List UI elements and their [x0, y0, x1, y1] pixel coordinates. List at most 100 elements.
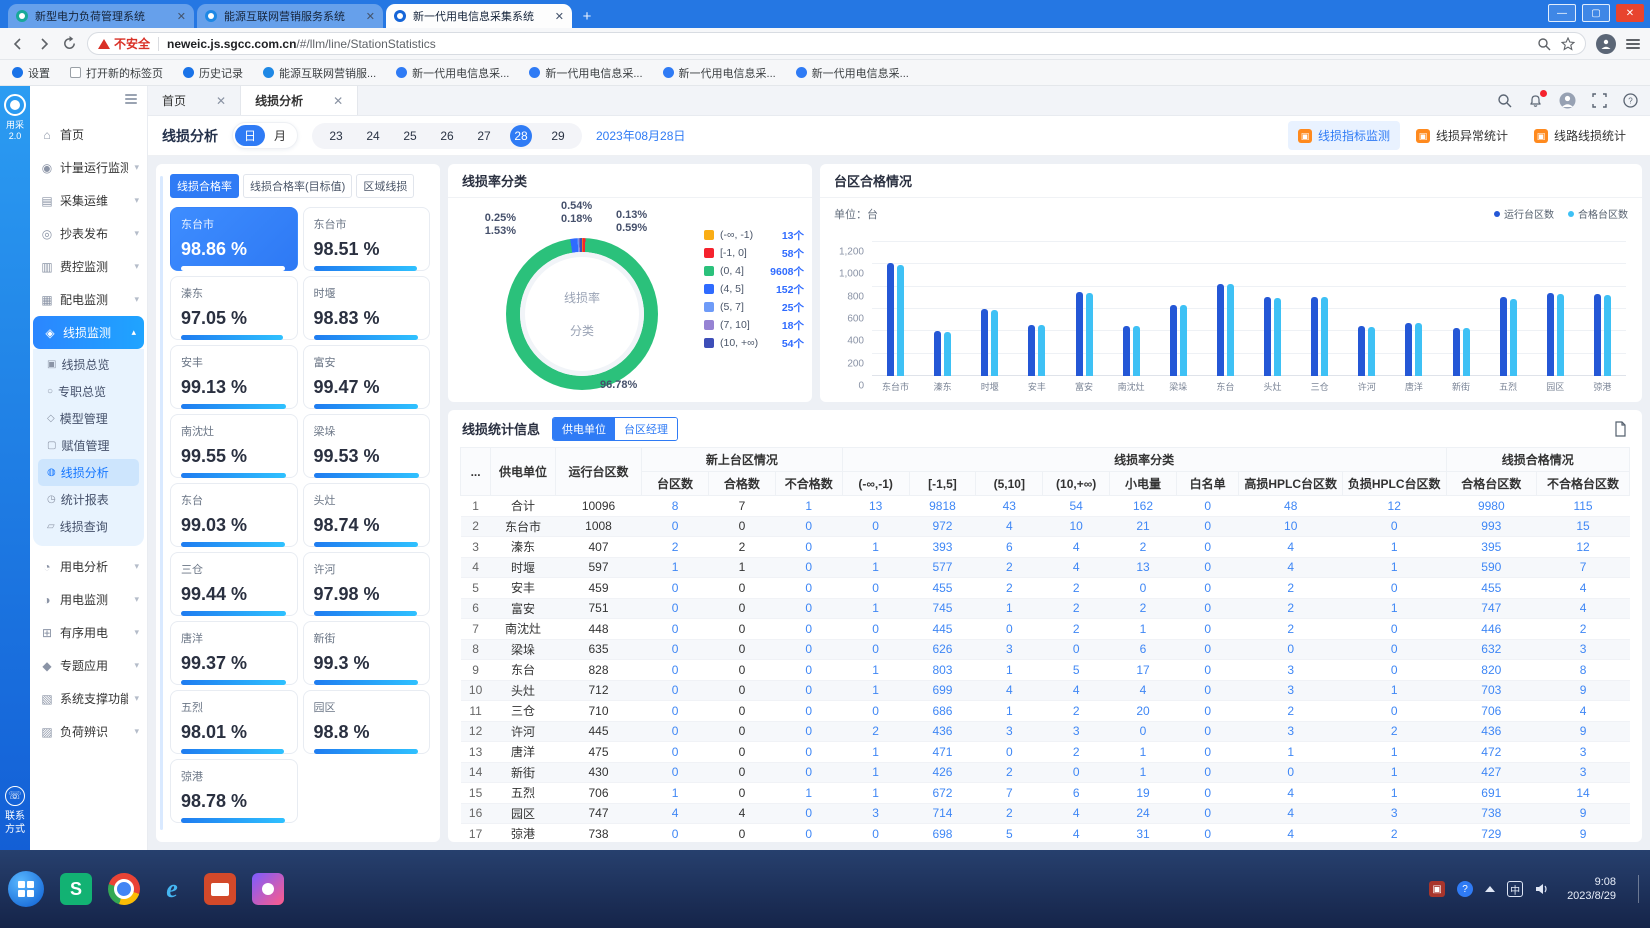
bar-合格台区数[interactable]	[1463, 328, 1470, 376]
table-cell[interactable]: 1	[1239, 742, 1343, 763]
legend-running[interactable]: 运行台区数	[1494, 206, 1554, 221]
table-cell[interactable]: 8	[642, 496, 709, 517]
browser-tab[interactable]: 新型电力负荷管理系统✕	[8, 4, 194, 28]
table-cell[interactable]: 13	[1110, 557, 1177, 578]
table-cell[interactable]: 0	[842, 578, 909, 599]
table-cell[interactable]: 472	[1446, 742, 1537, 763]
table-cell[interactable]: 455	[1446, 578, 1537, 599]
table-cell[interactable]: 0	[1176, 783, 1239, 804]
table-cell[interactable]: 2	[1110, 598, 1177, 619]
bar-合格台区数[interactable]	[897, 265, 904, 376]
table-cell[interactable]: 0	[1176, 680, 1239, 701]
date-pill-27[interactable]: 27	[473, 125, 495, 147]
table-cell[interactable]: 8	[1537, 660, 1630, 681]
chrome-icon[interactable]	[108, 873, 140, 905]
sidebar-subitem-赋值管理[interactable]: ▢赋值管理	[33, 432, 144, 459]
table-cell[interactable]: 3	[1043, 721, 1110, 742]
bar-运行台区数[interactable]	[887, 263, 894, 376]
view-button-线路线损统计[interactable]: ▣线路线损统计	[1524, 121, 1636, 150]
table-cell[interactable]: 12	[1342, 496, 1446, 517]
table-cell[interactable]: 972	[909, 516, 976, 537]
tab-close-icon[interactable]: ✕	[333, 94, 343, 108]
table-cell[interactable]: 2	[642, 537, 709, 558]
rate-card-三仓[interactable]: 三仓99.44 %	[170, 552, 298, 616]
rate-card-许河[interactable]: 许河97.98 %	[303, 552, 431, 616]
bar-合格台区数[interactable]	[1086, 293, 1093, 376]
bar-合格台区数[interactable]	[1038, 325, 1045, 376]
minimize-button[interactable]: —	[1548, 4, 1576, 22]
table-cell[interactable]: 19	[1110, 783, 1177, 804]
table-cell[interactable]: 1	[1110, 742, 1177, 763]
table-cell[interactable]: 3	[842, 803, 909, 824]
rate-card-唐洋[interactable]: 唐洋99.37 %	[170, 621, 298, 685]
table-cell[interactable]: 2	[1239, 578, 1343, 599]
pie-legend-item[interactable]: (10, +∞)54个	[704, 334, 804, 352]
table-cell[interactable]: 436	[1446, 721, 1537, 742]
bar-运行台区数[interactable]	[1594, 294, 1601, 376]
table-cell[interactable]: 632	[1446, 639, 1537, 660]
tray-help-icon[interactable]: ?	[1457, 881, 1473, 897]
mode-月-button[interactable]: 月	[265, 125, 295, 146]
rate-card-安丰[interactable]: 安丰99.13 %	[170, 345, 298, 409]
table-cell[interactable]: 0	[642, 824, 709, 843]
table-cell[interactable]: 0	[1110, 721, 1177, 742]
address-bar[interactable]: 不安全 neweic.js.sgcc.com.cn/#/llm/line/Sta…	[87, 32, 1586, 55]
table-cell[interactable]: 1	[1342, 557, 1446, 578]
table-cell[interactable]: 0	[842, 516, 909, 537]
table-cell[interactable]: 706	[1446, 701, 1537, 722]
table-cell[interactable]: 393	[909, 537, 976, 558]
sidebar-item-用电分析[interactable]: ◔用电分析▾	[30, 550, 147, 583]
table-cell[interactable]: 9980	[1446, 496, 1537, 517]
table-cell[interactable]: 3	[1342, 803, 1446, 824]
gallery-icon[interactable]	[252, 873, 284, 905]
table-cell[interactable]: 0	[1176, 578, 1239, 599]
table-cell[interactable]: 4	[1043, 824, 1110, 843]
bookmark-item[interactable]: 打开新的标签页	[70, 65, 163, 81]
table-toggle-台区经理[interactable]: 台区经理	[615, 418, 677, 440]
table-cell[interactable]: 436	[909, 721, 976, 742]
table-cell[interactable]: 2	[1043, 598, 1110, 619]
table-cell[interactable]: 0	[775, 680, 842, 701]
table-cell[interactable]: 0	[976, 619, 1043, 640]
bar-运行台区数[interactable]	[1264, 297, 1271, 377]
table-cell[interactable]: 1	[842, 783, 909, 804]
bar-运行台区数[interactable]	[1311, 297, 1318, 376]
fullscreen-icon[interactable]	[1592, 93, 1607, 108]
table-cell[interactable]: 2	[1239, 598, 1343, 619]
tray-volume-icon[interactable]	[1535, 882, 1549, 896]
bar-运行台区数[interactable]	[1170, 305, 1177, 376]
rate-tab-区域线损[interactable]: 区域线损	[356, 174, 414, 198]
new-tab-button[interactable]: +	[575, 6, 599, 26]
bar-合格台区数[interactable]	[1180, 305, 1187, 376]
table-cell[interactable]: 0	[775, 660, 842, 681]
tray-app-icon[interactable]: ▣	[1429, 881, 1445, 897]
table-cell[interactable]: 0	[842, 701, 909, 722]
table-cell[interactable]: 2	[976, 762, 1043, 783]
table-cell[interactable]: 427	[1446, 762, 1537, 783]
rate-tab-线损合格率(目标值)[interactable]: 线损合格率(目标值)	[243, 174, 352, 198]
table-cell[interactable]: 162	[1110, 496, 1177, 517]
table-cell[interactable]: 0	[1239, 639, 1343, 660]
table-cell[interactable]: 471	[909, 742, 976, 763]
table-cell[interactable]: 1	[842, 598, 909, 619]
bar-合格台区数[interactable]	[944, 332, 951, 376]
sidebar-subitem-专职总览[interactable]: ○专职总览	[33, 378, 144, 405]
export-icon[interactable]	[1613, 421, 1628, 437]
sidebar-item-用电监测[interactable]: ◑用电监测▾	[30, 583, 147, 616]
table-cell[interactable]: 2	[1043, 701, 1110, 722]
sidebar-item-首页[interactable]: ⌂首页	[30, 118, 147, 151]
table-cell[interactable]: 9	[1537, 824, 1630, 843]
tab-close-icon[interactable]: ✕	[366, 10, 375, 23]
rate-card-东台市[interactable]: 东台市98.86 %	[170, 207, 298, 271]
taskbar-clock[interactable]: 9:08 2023/8/29	[1567, 875, 1616, 903]
table-cell[interactable]: 0	[642, 619, 709, 640]
table-cell[interactable]: 993	[1446, 516, 1537, 537]
sidebar-item-线损监测[interactable]: ◈线损监测▴	[33, 316, 144, 349]
table-cell[interactable]: 0	[775, 803, 842, 824]
table-cell[interactable]: 626	[909, 639, 976, 660]
table-cell[interactable]: 0	[775, 762, 842, 783]
date-pill-26[interactable]: 26	[436, 125, 458, 147]
bookmark-item[interactable]: 新一代用电信息采...	[396, 65, 509, 81]
table-cell[interactable]: 0	[1176, 721, 1239, 742]
table-cell[interactable]: 1	[842, 680, 909, 701]
